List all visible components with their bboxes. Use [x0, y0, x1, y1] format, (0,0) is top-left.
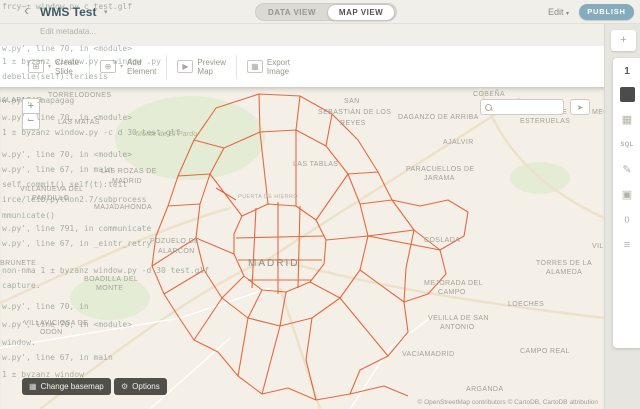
toolbar-divider	[89, 54, 91, 79]
style-wizard-icon[interactable]: ✎	[622, 164, 631, 176]
map-label: LAS ROZAS DE	[101, 168, 157, 175]
geolocate-button[interactable]: ➤	[570, 99, 590, 115]
change-basemap-label: Change basemap	[40, 382, 104, 391]
map-label: MAJADAHONDA	[94, 204, 153, 211]
map-label: VELILLA DE SAN	[428, 315, 489, 322]
edit-metadata-link[interactable]: Edit metadata...	[40, 27, 96, 36]
layer-panel: 1 ▦ SQL ✎ ▣ {} ≡	[613, 58, 640, 348]
district-boundaries-layer	[0, 88, 604, 409]
map-label: AJALVIR	[443, 139, 474, 146]
create-slide-button[interactable]: ⊞ ▾ Create Slide	[28, 58, 79, 76]
tab-map-view[interactable]: MAP VIEW	[326, 3, 396, 21]
map-label: ODÓN	[40, 329, 63, 336]
map-label: CAMPO REAL	[520, 348, 570, 355]
chevron-down-icon: ▾	[566, 11, 570, 17]
map-label: CAMPO	[438, 289, 466, 296]
map-label: TORRELODONES	[48, 92, 112, 99]
map-search-box	[480, 99, 564, 115]
map-label: VILLANUEVA DEL	[20, 186, 84, 193]
map-label: PARACUELLOS DE	[406, 166, 475, 173]
slides-toolbar: ⊞ ▾ Create Slide ⊕ ▾ Add Element ▶ Preview Map ▦ Exp…	[0, 46, 604, 88]
map-label: TORRES DE LA	[536, 260, 593, 267]
map-label: DAGANZO DE ARRIBA	[398, 114, 479, 121]
map-label: PUERTA DE HIERRO	[238, 194, 298, 200]
map-label: BOADILLA DEL	[84, 276, 139, 283]
header: ‹ WMS Test ▾ DATA VIEW MAP VIEW Edit ▾ P…	[0, 0, 640, 24]
back-button[interactable]: ‹	[24, 2, 29, 19]
map-canvas[interactable]: TORRELODONESGALAPAGARLAS MATASSANSEBASTI…	[0, 88, 604, 409]
map-label: MADRID	[248, 258, 300, 269]
preview-icon: ▶	[177, 60, 194, 73]
map-label: Monte de El Pardo	[136, 131, 198, 138]
preview-map-button[interactable]: ▶ Preview Map	[177, 57, 226, 76]
tab-data-view[interactable]: DATA VIEW	[257, 5, 327, 20]
search-input[interactable]	[495, 102, 555, 112]
map-label: COBEÑA	[473, 91, 505, 98]
map-label: ALARCÓN	[158, 248, 195, 255]
chevron-down-icon: ▾	[120, 64, 124, 70]
sql-icon[interactable]: SQL	[620, 139, 633, 151]
basemap-swatch[interactable]	[619, 87, 635, 102]
toolbar-divider	[235, 54, 237, 79]
infowindow-icon[interactable]: ▣	[622, 189, 632, 201]
map-label: MADRID	[112, 178, 143, 185]
map-label: MECO	[592, 109, 604, 116]
map-label: JARAMA	[424, 175, 455, 182]
map-label: VACIAMADRID	[402, 351, 455, 358]
map-label: BRUNETE	[0, 260, 37, 267]
map-label: SEBASTIÁN DE LOS	[318, 109, 392, 116]
view-toggle: DATA VIEW MAP VIEW	[255, 3, 398, 21]
map-label: LAS TABLAS	[293, 161, 339, 168]
export-image-button[interactable]: ▦ Export Image	[246, 57, 290, 76]
map-label: MONTE	[96, 285, 124, 292]
preview-map-button-label: Preview Map	[197, 57, 226, 76]
add-element-icon: ⊕	[100, 60, 117, 73]
visualization-title[interactable]: WMS Test	[40, 5, 96, 19]
chevron-down-icon: ▾	[48, 64, 52, 70]
options-label: Options	[132, 382, 160, 391]
map-attribution[interactable]: © OpenStreetMap contributors © CartoDB, …	[418, 399, 598, 406]
title-dropdown-caret-icon[interactable]: ▾	[104, 8, 108, 16]
map-label: PARDILLO	[32, 195, 70, 202]
publish-button[interactable]: PUBLISH	[579, 4, 634, 20]
table-icon[interactable]: ▦	[622, 114, 632, 126]
zoom-out-button[interactable]: −	[22, 114, 40, 130]
map-label: ARGANDA	[466, 386, 504, 393]
map-label: REYES	[340, 120, 366, 127]
search-icon	[485, 103, 492, 111]
basemap-grid-icon: ▦	[29, 382, 37, 391]
map-label: LOECHES	[508, 301, 545, 308]
map-label: ALAMEDA	[546, 269, 583, 276]
map-label: SAN	[344, 98, 360, 105]
zoom-in-button[interactable]: +	[22, 98, 40, 114]
map-label: ANTONIO	[440, 324, 475, 331]
export-image-button-label: Export Image	[266, 57, 290, 76]
add-element-button-label: Add Element	[127, 57, 157, 76]
edit-label: Edit	[548, 7, 564, 17]
edit-dropdown[interactable]: Edit ▾	[548, 7, 569, 17]
export-image-icon: ▦	[246, 60, 263, 73]
legend-icon[interactable]: ≡	[624, 239, 630, 251]
create-slide-button-label: Create Slide	[55, 57, 80, 76]
map-label: VILLAVICIOSA DE	[24, 320, 89, 327]
add-element-button[interactable]: ⊕ ▾ Add Element	[100, 58, 156, 76]
options-button[interactable]: ⚙ Options	[114, 378, 167, 395]
gear-icon: ⚙	[121, 382, 129, 391]
layers-rail: + 1 ▦ SQL ✎ ▣ {} ≡	[604, 24, 640, 409]
cartocss-icon[interactable]: {}	[624, 214, 629, 226]
map-label: POZUELO DE	[150, 238, 200, 245]
map-label: MEJORADA DEL	[424, 280, 483, 287]
map-label: COSLADA	[424, 237, 461, 244]
map-label: LAS MATAS	[58, 119, 100, 126]
toolbar-divider	[166, 54, 168, 79]
slides-icon: ⊞	[28, 60, 44, 73]
cartodb-editor-window: ‹ WMS Test ▾ DATA VIEW MAP VIEW Edit ▾ P…	[0, 0, 640, 409]
change-basemap-button[interactable]: ▦ Change basemap	[22, 378, 111, 395]
zoom-control: + −	[22, 98, 40, 130]
add-layer-button[interactable]: +	[611, 30, 636, 51]
layer-number[interactable]: 1	[624, 66, 630, 77]
map-label: ESTERUELAS	[520, 118, 571, 125]
map-label: VILLALBILLA	[592, 243, 604, 250]
